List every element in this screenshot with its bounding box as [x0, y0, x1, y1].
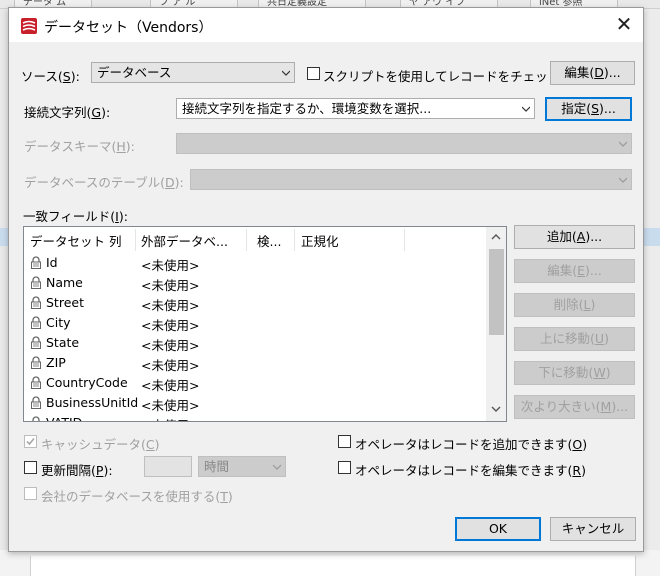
edit-script-button[interactable]: 編集(D)... — [550, 61, 635, 85]
row-external-field: <未使用> — [141, 298, 200, 313]
row-external-field: <未使用> — [141, 415, 199, 421]
row-external-field: <未使用> — [141, 338, 200, 353]
table-row[interactable]: ZIP <未使用> — [24, 353, 486, 373]
next-larger-button[interactable]: 次より大きい(M)... — [514, 395, 635, 419]
chevron-down-icon — [619, 141, 627, 147]
source-select[interactable]: データベース — [91, 62, 295, 83]
vertical-scrollbar[interactable] — [486, 227, 506, 421]
lock-icon — [31, 276, 41, 289]
company-database-label: 会社のデータベースを使用する(T) — [41, 489, 233, 504]
company-database-checkbox[interactable] — [24, 487, 37, 500]
row-external-field: <未使用> — [141, 278, 200, 293]
column-divider — [294, 229, 295, 251]
row-external-field: <未使用> — [141, 318, 200, 333]
row-external-field: <未使用> — [141, 378, 200, 393]
edit-field-button[interactable]: 編集(E)... — [514, 259, 635, 283]
dataset-dialog: データセット（Vendors） ✕ ソース(S): データベース スクリプトを使… — [8, 7, 644, 552]
connection-string-select[interactable]: 接続文字列を指定するか、環境変数を選択... — [176, 98, 535, 119]
script-check-label: スクリプトを使用してレコードをチェック(E — [323, 69, 547, 84]
chevron-down-icon — [619, 177, 627, 183]
allow-edit-checkbox[interactable] — [338, 461, 351, 474]
table-row[interactable]: Id <未使用> — [24, 253, 486, 273]
table-row[interactable]: Name <未使用> — [24, 273, 486, 293]
chevron-up-icon[interactable] — [491, 233, 501, 241]
ok-button[interactable]: OK — [455, 517, 541, 541]
lock-icon — [32, 416, 40, 421]
column-header-search[interactable]: 検... — [257, 231, 293, 251]
refresh-interval-checkbox[interactable] — [24, 461, 37, 474]
move-up-button[interactable]: 上に移動(U) — [514, 327, 635, 351]
script-check-checkbox[interactable] — [307, 67, 320, 80]
chevron-down-icon — [522, 106, 530, 112]
column-divider — [246, 229, 247, 251]
row-field-name: State — [46, 335, 80, 350]
column-divider — [404, 229, 405, 251]
row-field-name: BusinessUnitId — [46, 395, 139, 410]
lock-icon — [31, 376, 41, 389]
row-field-name: Name — [46, 275, 83, 290]
row-field-name: Id — [46, 255, 58, 270]
dataset-app-icon — [21, 18, 37, 34]
lock-icon — [31, 396, 41, 409]
row-field-name: Street — [46, 295, 84, 310]
refresh-interval-label: 更新間隔(P): — [41, 463, 113, 478]
allow-edit-label: オペレータはレコードを編集できます(R) — [355, 463, 586, 478]
refresh-unit-select[interactable]: 時間 — [198, 456, 286, 477]
scrollbar-thumb[interactable] — [489, 249, 504, 335]
lock-icon — [31, 316, 41, 329]
connection-string-label: 接続文字列(G): — [24, 105, 111, 120]
row-external-field: <未使用> — [141, 398, 200, 413]
refresh-unit-value: 時間 — [204, 459, 230, 474]
source-select-value: データベース — [97, 65, 172, 80]
table-row[interactable]: BusinessUnitId <未使用> — [24, 393, 486, 413]
delete-button[interactable]: 削除(L) — [514, 293, 635, 317]
chevron-down-icon — [282, 70, 290, 76]
table-row[interactable]: CountryCode <未使用> — [24, 373, 486, 393]
add-button[interactable]: 追加(A)... — [514, 225, 635, 249]
row-field-name: VATID — [46, 415, 82, 421]
table-row[interactable]: VATID <未使用> — [24, 413, 486, 421]
chevron-down-icon[interactable] — [491, 405, 501, 413]
table-row[interactable]: City <未使用> — [24, 313, 486, 333]
move-down-button[interactable]: 下に移動(W) — [514, 361, 635, 385]
background-app-panel — [30, 556, 636, 576]
lock-icon — [31, 296, 41, 309]
row-external-field: <未使用> — [141, 358, 200, 373]
data-schema-select[interactable] — [176, 133, 632, 154]
row-field-name: CountryCode — [46, 375, 128, 390]
data-schema-label: データスキーマ(H): — [24, 139, 135, 154]
column-header-normalize[interactable]: 正規化 — [301, 231, 401, 251]
row-external-field: <未使用> — [141, 258, 200, 273]
database-table-label: データベースのテーブル(D): — [24, 175, 184, 190]
specify-button[interactable]: 指定(S)... — [545, 97, 632, 121]
source-label: ソース(S): — [21, 69, 80, 84]
allow-add-checkbox[interactable] — [338, 435, 351, 448]
cancel-button[interactable]: キャンセル — [550, 517, 636, 541]
lock-icon — [31, 336, 41, 349]
cache-data-label: キャッシュデータ(C) — [41, 437, 160, 452]
row-field-name: ZIP — [46, 355, 66, 370]
connection-string-value: 接続文字列を指定するか、環境変数を選択... — [182, 101, 432, 116]
allow-add-label: オペレータはレコードを追加できます(O) — [355, 437, 588, 452]
title-bar: データセット（Vendors） ✕ — [9, 8, 643, 42]
dialog-title: データセット（Vendors） — [44, 20, 213, 36]
chevron-down-icon — [273, 464, 281, 470]
lock-icon — [31, 256, 41, 269]
lock-icon — [31, 356, 41, 369]
table-row[interactable]: State <未使用> — [24, 333, 486, 353]
match-fields-list[interactable]: データセット 列 外部データベ... 検... 正規化 Id <未使用> Name <… — [23, 226, 507, 422]
database-table-select[interactable] — [190, 169, 632, 190]
refresh-interval-input[interactable] — [144, 456, 192, 477]
close-icon[interactable]: ✕ — [613, 14, 635, 36]
column-header-external[interactable]: 外部データベ... — [141, 231, 245, 251]
row-field-name: City — [46, 315, 71, 330]
cache-data-checkbox[interactable] — [24, 435, 37, 448]
column-header-dataset[interactable]: データセット 列 — [30, 231, 134, 251]
checkmark-icon — [26, 437, 35, 446]
column-divider — [135, 229, 136, 251]
match-fields-label: 一致フィールド(I): — [23, 209, 128, 224]
table-row[interactable]: Street <未使用> — [24, 293, 486, 313]
